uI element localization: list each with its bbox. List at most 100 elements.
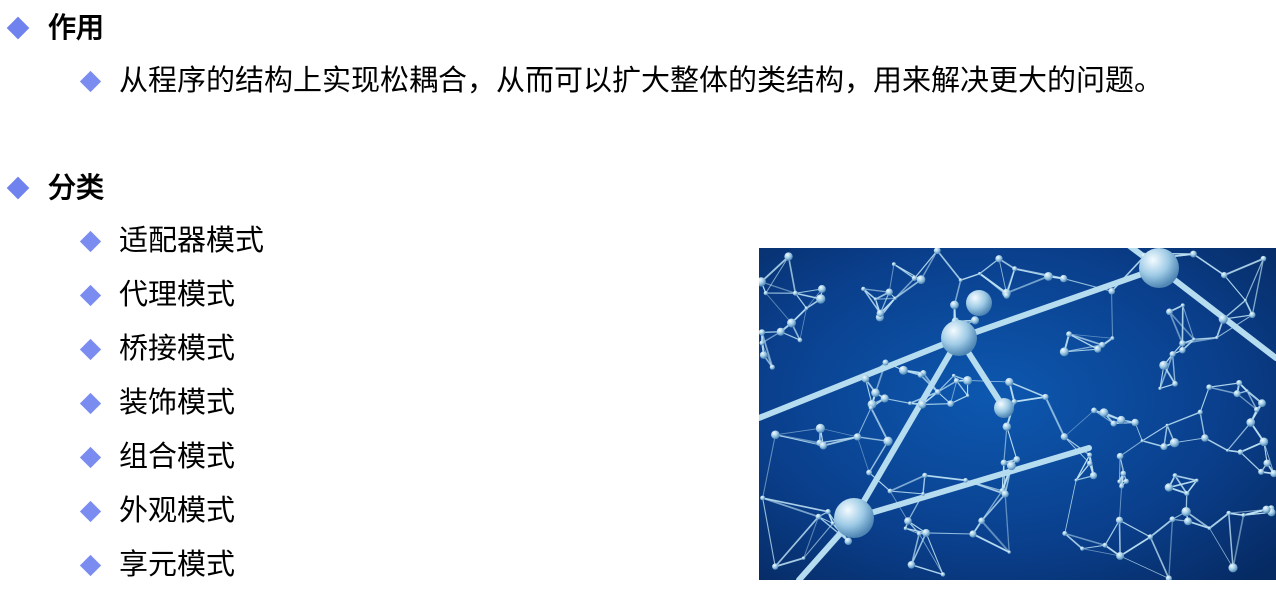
network-node (1099, 408, 1109, 418)
network-node (940, 572, 946, 577)
network-node (1158, 386, 1162, 391)
network-node (792, 290, 798, 296)
diamond-bullet-icon (79, 446, 102, 469)
network-node (776, 327, 785, 336)
network-node (1060, 433, 1068, 441)
network-node (771, 430, 780, 440)
network-node (1258, 399, 1266, 408)
network-node (772, 563, 779, 570)
network-node (1117, 415, 1126, 425)
network-node (1131, 418, 1139, 427)
network-node (1110, 420, 1117, 427)
network-node (1260, 255, 1267, 262)
network-node (1005, 377, 1014, 387)
network-node (1180, 303, 1185, 308)
network-node (825, 509, 831, 515)
network-node (1197, 409, 1203, 415)
network-node (970, 316, 980, 325)
network-node (801, 556, 806, 560)
network-node (1074, 478, 1078, 482)
diamond-bullet-icon (79, 392, 102, 415)
network-node (1119, 483, 1125, 489)
network-node (1184, 490, 1190, 497)
network-node (1169, 516, 1176, 523)
section-title-categories: 分类 (48, 171, 105, 204)
network-node (907, 561, 916, 569)
network-link (1118, 456, 1121, 482)
network-node (922, 472, 928, 479)
network-node (1099, 341, 1106, 348)
network-node (1110, 336, 1115, 341)
network-node (1226, 510, 1232, 516)
network-node (853, 433, 862, 441)
network-node (1245, 389, 1249, 393)
network-node (1207, 526, 1212, 531)
network-node (917, 372, 924, 378)
network-node (898, 365, 908, 375)
network-node (995, 255, 1003, 263)
network-node (1225, 448, 1230, 452)
network-node (1172, 380, 1178, 387)
diamond-bullet-icon (79, 70, 102, 93)
network-node (918, 400, 927, 409)
network-node (1059, 274, 1068, 283)
network-node (815, 513, 822, 520)
network-node (947, 400, 954, 407)
diamond-bullet-icon (79, 554, 102, 577)
network-node (1179, 346, 1186, 354)
network-node (876, 309, 884, 317)
network-node (1000, 459, 1008, 466)
network-node (759, 351, 768, 359)
network-node (1012, 266, 1018, 272)
network-node (1091, 407, 1098, 414)
category-item-facade: 外观模式 (119, 493, 236, 527)
network-node (871, 388, 880, 398)
network-node (1181, 507, 1191, 517)
network-node (873, 297, 878, 301)
network-node (1241, 513, 1246, 518)
section-title-purpose: 作用 (48, 11, 105, 44)
network-node (963, 477, 968, 483)
category-item-decorator: 装饰模式 (119, 385, 236, 419)
network-node (1259, 437, 1269, 447)
network-node (817, 285, 826, 293)
network-node (1115, 516, 1124, 524)
network-node (1215, 336, 1219, 340)
network-node (1062, 530, 1068, 536)
network-node (908, 401, 912, 406)
network-node (1233, 390, 1241, 398)
network-node (1263, 459, 1271, 467)
network-node (1159, 360, 1169, 370)
network-node (1013, 456, 1021, 463)
network-node (861, 375, 870, 383)
network-node (1169, 438, 1180, 448)
category-item-flyweight: 享元模式 (119, 547, 236, 581)
network-node (1164, 483, 1174, 492)
network-node-large (941, 320, 977, 356)
network-node (868, 405, 874, 411)
network-node (883, 436, 893, 446)
network-node (861, 286, 866, 292)
network-node (951, 373, 956, 378)
network-node (911, 275, 918, 281)
network-node (916, 531, 922, 537)
network-node (763, 290, 768, 296)
network-node (1002, 422, 1012, 431)
network-node (1147, 534, 1153, 540)
network-node (1246, 418, 1256, 427)
network-node (1087, 460, 1093, 467)
network-node (1043, 271, 1053, 281)
network-node (1221, 271, 1228, 279)
network-node (1169, 351, 1176, 358)
network-node (1116, 552, 1125, 560)
network-node (922, 528, 931, 537)
category-item-bridge: 桥接模式 (119, 331, 236, 365)
network-node-large (834, 498, 874, 538)
network-node (787, 318, 796, 328)
network-node (1007, 550, 1011, 554)
network-node (844, 537, 853, 545)
network-node (1001, 490, 1009, 498)
network-node-large (994, 398, 1014, 418)
network-node (1172, 473, 1178, 479)
network-node (953, 378, 960, 384)
